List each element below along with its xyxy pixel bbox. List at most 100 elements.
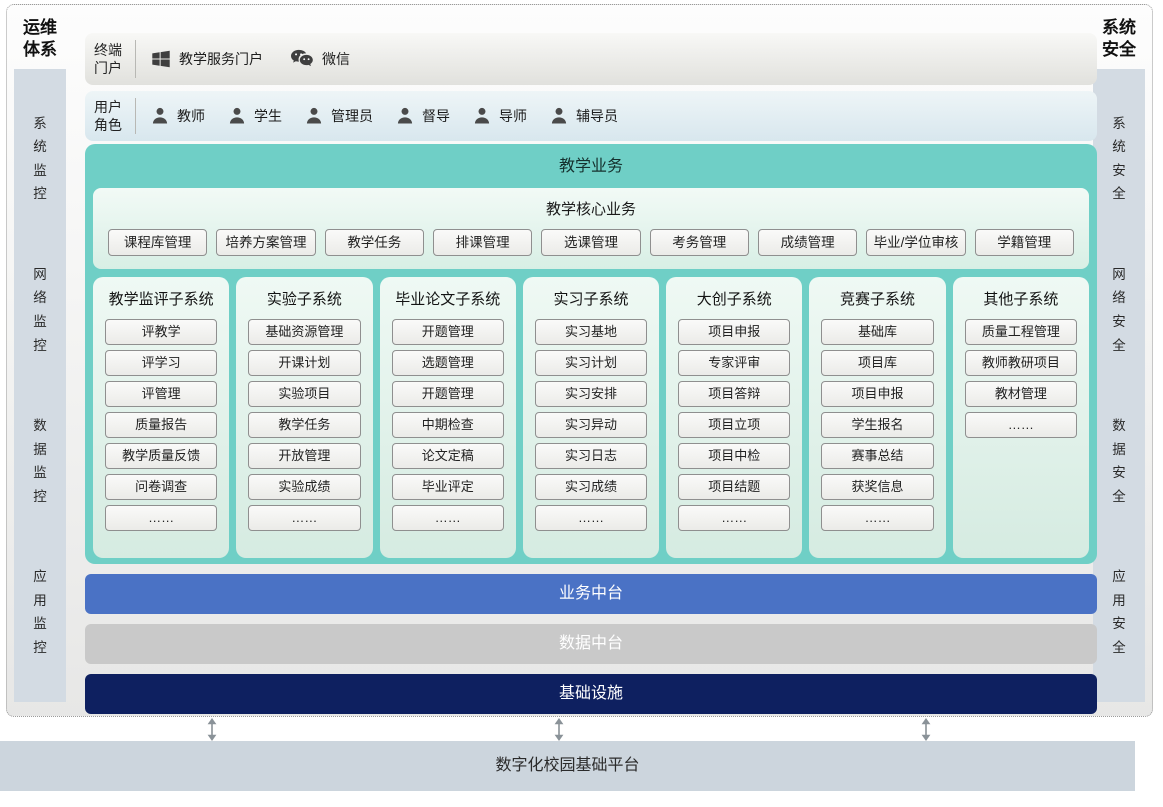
subsystem-item-button[interactable]: 项目答辩 [678, 381, 790, 407]
subsystem-item-button[interactable]: 开题管理 [392, 381, 504, 407]
subsystem-item-button[interactable]: 学生报名 [821, 412, 933, 438]
role-item[interactable]: 教师 [150, 106, 205, 126]
role-label: 导师 [499, 106, 527, 126]
subsystem-item-button[interactable]: 中期检查 [392, 412, 504, 438]
subsystem-item-button[interactable]: 实习成绩 [535, 474, 647, 500]
portal-item[interactable]: 微信 [289, 48, 350, 70]
subsystem-item-button[interactable]: 项目申报 [821, 381, 933, 407]
platform-layer-bar: 数据中台 [85, 624, 1097, 664]
core-business-button[interactable]: 排课管理 [433, 229, 532, 256]
subsystem-item-button[interactable]: 教师教研项目 [965, 350, 1077, 376]
portal-row-label: 终端 门户 [85, 41, 131, 77]
role-item[interactable]: 督导 [395, 106, 450, 126]
subsystem-item-button[interactable]: 开放管理 [248, 443, 360, 469]
subsystem-item-button[interactable]: …… [821, 505, 933, 531]
subsystem-item-button[interactable]: 实习计划 [535, 350, 647, 376]
outer-frame: 运维 体系 系统监控网络监控数据监控应用监控 系统 安全 系统安全网络安全数据安… [6, 4, 1153, 717]
subsystem-items: 实习基地实习计划实习安排实习异动实习日志实习成绩 …… [535, 319, 647, 536]
portal-item[interactable]: 教学服务门户 [150, 48, 263, 70]
core-business-button[interactable]: 教学任务 [325, 229, 424, 256]
subsystem-title: 其他子系统 [965, 282, 1077, 319]
role-label: 辅导员 [576, 106, 618, 126]
subsystem-item-button[interactable]: 项目结题 [678, 474, 790, 500]
portal-item-label: 微信 [322, 49, 350, 69]
subsystem-item-button[interactable]: …… [105, 505, 217, 531]
connector-arrows [0, 718, 1163, 741]
core-business-button[interactable]: 成绩管理 [758, 229, 857, 256]
subsystem-item-button[interactable]: 质量工程管理 [965, 319, 1077, 345]
subsystem-item-button[interactable]: …… [678, 505, 790, 531]
subsystem-item-button[interactable]: 基础资源管理 [248, 319, 360, 345]
subsystem-item-button[interactable]: 论文定稿 [392, 443, 504, 469]
subsystem-item-button[interactable]: 质量报告 [105, 412, 217, 438]
core-business-button[interactable]: 毕业/学位审核 [866, 229, 965, 256]
core-business-button[interactable]: 课程库管理 [108, 229, 207, 256]
portal-item-label: 教学服务门户 [179, 49, 263, 69]
subsystem-item-button[interactable]: 基础库 [821, 319, 933, 345]
subsystem-column: 实验子系统 基础资源管理开课计划实验项目教学任务开放管理实验成绩…… [236, 277, 372, 558]
left-sidebar-panel: 系统监控网络监控数据监控应用监控 [14, 69, 66, 702]
subsystem-item-button[interactable]: 赛事总结 [821, 443, 933, 469]
user-roles-row: 用户 角色 教师 学生 管理员 [85, 91, 1097, 141]
subsystem-item-button[interactable]: 教学质量反馈 [105, 443, 217, 469]
subsystem-item-button[interactable]: 项目中检 [678, 443, 790, 469]
subsystem-item-button[interactable]: 实习异动 [535, 412, 647, 438]
subsystem-item-button[interactable]: …… [248, 505, 360, 531]
role-label: 管理员 [331, 106, 373, 126]
monitoring-item: 应用监控 [32, 565, 48, 660]
platform-layer-bar: 业务中台 [85, 574, 1097, 614]
main-content: 终端 门户 教学服务门户 微信 [85, 33, 1097, 714]
subsystem-title: 实习子系统 [535, 282, 647, 319]
subsystem-item-button[interactable]: …… [535, 505, 647, 531]
left-sidebar-title: 运维 体系 [14, 11, 66, 69]
subsystem-items: 项目申报专家评审项目答辩项目立项项目中检项目结题 …… [678, 319, 790, 536]
role-item[interactable]: 管理员 [304, 106, 373, 126]
subsystem-item-button[interactable]: 问卷调查 [105, 474, 217, 500]
role-label: 督导 [422, 106, 450, 126]
roles-row-label: 用户 角色 [85, 98, 131, 134]
subsystem-items: 基础资源管理开课计划实验项目教学任务开放管理实验成绩 …… [248, 319, 360, 536]
subsystem-item-button[interactable]: 评教学 [105, 319, 217, 345]
person-icon [227, 106, 247, 126]
role-item[interactable]: 辅导员 [549, 106, 618, 126]
core-business-button[interactable]: 考务管理 [650, 229, 749, 256]
subsystem-item-button[interactable]: 实验成绩 [248, 474, 360, 500]
subsystem-column: 毕业论文子系统 开题管理选题管理开题管理中期检查论文定稿毕业评定…… [380, 277, 516, 558]
terminal-portal-row: 终端 门户 教学服务门户 微信 [85, 33, 1097, 85]
subsystem-item-button[interactable]: 项目申报 [678, 319, 790, 345]
subsystem-title: 大创子系统 [678, 282, 790, 319]
role-items: 教师 学生 管理员 督导 导师 [150, 106, 618, 126]
role-item[interactable]: 导师 [472, 106, 527, 126]
subsystem-item-button[interactable]: 实习日志 [535, 443, 647, 469]
subsystem-item-button[interactable]: 开题管理 [392, 319, 504, 345]
subsystem-item-button[interactable]: 教学任务 [248, 412, 360, 438]
subsystem-item-button[interactable]: 评学习 [105, 350, 217, 376]
subsystem-title: 毕业论文子系统 [392, 282, 504, 319]
core-business-button[interactable]: 选课管理 [541, 229, 640, 256]
subsystem-item-button[interactable]: 毕业评定 [392, 474, 504, 500]
subsystem-item-button[interactable]: 获奖信息 [821, 474, 933, 500]
subsystem-item-button[interactable]: 项目库 [821, 350, 933, 376]
subsystem-item-button[interactable]: 实验项目 [248, 381, 360, 407]
subsystem-item-button[interactable]: 实习基地 [535, 319, 647, 345]
role-label: 教师 [177, 106, 205, 126]
subsystem-item-button[interactable]: 开课计划 [248, 350, 360, 376]
subsystem-item-button[interactable]: 评管理 [105, 381, 217, 407]
security-item: 数据安全 [1111, 414, 1127, 509]
person-icon [304, 106, 324, 126]
subsystem-item-button[interactable]: 实习安排 [535, 381, 647, 407]
subsystem-item-button[interactable]: 项目立项 [678, 412, 790, 438]
subsystem-item-button[interactable]: 选题管理 [392, 350, 504, 376]
subsystem-item-button[interactable]: …… [965, 412, 1077, 438]
platform-bars: 业务中台数据中台基础设施 [85, 574, 1097, 714]
subsystem-item-button[interactable]: …… [392, 505, 504, 531]
subsystem-item-button[interactable]: 教材管理 [965, 381, 1077, 407]
right-sidebar-title: 系统 安全 [1093, 11, 1145, 69]
core-business-button[interactable]: 学籍管理 [975, 229, 1074, 256]
subsystem-items: 开题管理选题管理开题管理中期检查论文定稿毕业评定…… [392, 319, 504, 536]
subsystem-item-button[interactable]: 专家评审 [678, 350, 790, 376]
subsystem-items: 基础库项目库项目申报学生报名赛事总结获奖信息 …… [821, 319, 933, 536]
divider [135, 98, 136, 134]
role-item[interactable]: 学生 [227, 106, 282, 126]
core-business-button[interactable]: 培养方案管理 [216, 229, 315, 256]
